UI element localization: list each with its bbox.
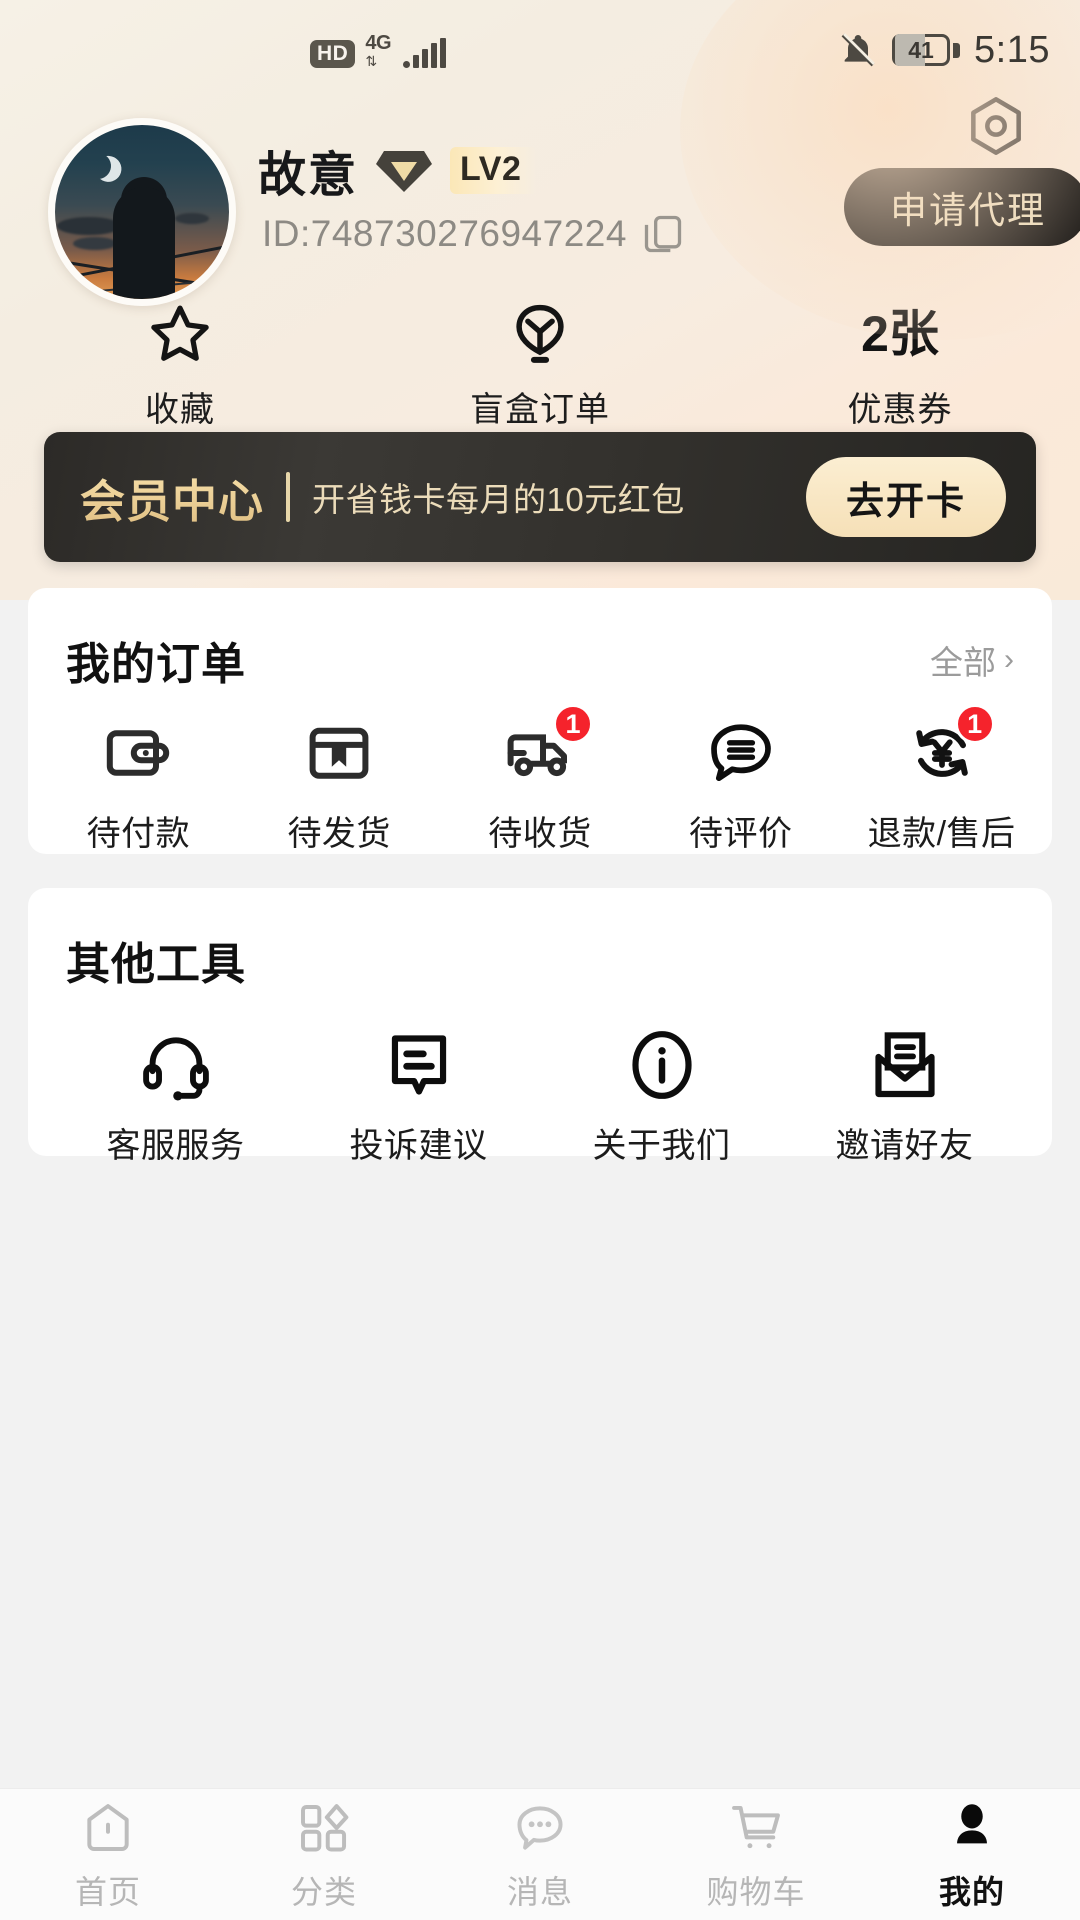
battery-level-label: 41 (908, 36, 934, 63)
network-indicator: 4G ⇅ (365, 33, 391, 68)
tab-category[interactable]: 分类 (216, 1789, 432, 1920)
tab-label: 分类 (290, 1873, 357, 1910)
home-icon (80, 1797, 136, 1859)
copy-icon[interactable] (641, 212, 685, 256)
network-type-label: 4G (365, 31, 392, 54)
member-center-banner[interactable]: 会员中心 开省钱卡每月的10元红包 去开卡 (44, 432, 1036, 562)
battery-indicator: 41 (892, 34, 961, 66)
bottom-tab-bar: 首页 分类 消息 购物车 我的 (0, 1788, 1080, 1920)
tool-label: 投诉建议 (349, 1127, 488, 1165)
comment-icon (702, 714, 780, 792)
profile-stats-row: 收藏 盲盒订单 2张 优惠券 (0, 296, 1080, 431)
feedback-icon (380, 1026, 458, 1104)
user-id-label: ID:748730276947224 (262, 213, 627, 254)
tab-label: 购物车 (706, 1873, 806, 1910)
order-badge-count: 1 (552, 704, 593, 744)
order-item-label: 待付款 (86, 815, 191, 853)
member-center-title: 会员中心 (80, 465, 264, 530)
tool-invite-friends[interactable]: 邀请好友 (783, 1026, 1026, 1167)
open-card-button[interactable]: 去开卡 (806, 457, 1006, 537)
apply-agent-label: 申请代理 (890, 190, 1046, 231)
cart-icon (728, 1797, 784, 1859)
tools-grid: 客服服务 投诉建议 关于我们 邀请好友 (28, 992, 1052, 1167)
tab-label: 消息 (506, 1873, 573, 1910)
wallet-icon (99, 714, 177, 792)
hexagon-gear-icon[interactable] (964, 94, 1028, 158)
order-item-pending-receipt[interactable]: 1 待收货 (440, 704, 641, 855)
orders-grid: 待付款 待发货 1 待收货 待评价 1 退款/售后 (28, 692, 1052, 855)
user-id-row[interactable]: ID:748730276947224 (262, 212, 685, 256)
clock-label: 5:15 (974, 28, 1050, 71)
order-item-label: 待评价 (689, 815, 793, 853)
stat-blindbox-orders[interactable]: 盲盒订单 (360, 296, 720, 431)
message-icon (512, 1797, 568, 1859)
tab-cart[interactable]: 购物车 (648, 1789, 864, 1920)
orders-card: 我的订单 全部 › 待付款 待发货 1 待收货 待评价 1 退款/售后 (28, 588, 1052, 854)
tab-home[interactable]: 首页 (0, 1789, 216, 1920)
orders-title: 我的订单 (66, 640, 246, 689)
username-label: 故意 (258, 149, 359, 202)
stat-coupons[interactable]: 2张 优惠券 (720, 296, 1080, 431)
moon-icon (82, 150, 115, 183)
stat-coupons-label: 优惠券 (847, 391, 953, 429)
tool-label: 关于我们 (592, 1127, 731, 1165)
tab-mine[interactable]: 我的 (864, 1789, 1080, 1920)
tool-about-us[interactable]: 关于我们 (540, 1026, 783, 1167)
apply-agent-button[interactable]: 申请代理 (844, 168, 1080, 246)
person-icon (944, 1797, 1000, 1859)
profile-header: HD 4G ⇅ 41 5:15 故意 LV2 ID:74873027694722… (0, 0, 1080, 600)
status-bar: HD 4G ⇅ 41 5:15 (0, 0, 1080, 100)
order-item-label: 待收货 (488, 815, 592, 853)
stat-favorites[interactable]: 收藏 (0, 296, 360, 431)
orders-card-header: 我的订单 全部 › (28, 588, 1052, 692)
order-item-pending-payment[interactable]: 待付款 (38, 714, 239, 855)
tools-card: 其他工具 客服服务 投诉建议 关于我们 邀请好友 (28, 888, 1052, 1165)
tool-customer-service[interactable]: 客服服务 (54, 1026, 297, 1167)
tab-message[interactable]: 消息 (432, 1789, 648, 1920)
status-bar-left: HD 4G ⇅ (310, 33, 447, 68)
envelope-icon (866, 1026, 944, 1104)
truck-icon: 1 (501, 704, 593, 792)
open-card-label: 去开卡 (845, 480, 966, 523)
stat-favorites-label: 收藏 (145, 391, 215, 429)
member-center-subtitle: 开省钱卡每月的10元红包 (312, 481, 685, 518)
divider (286, 472, 291, 522)
chevron-right-icon: › (1004, 643, 1014, 676)
data-arrows-icon: ⇅ (365, 52, 377, 69)
info-icon (623, 1026, 701, 1104)
refund-icon: 1 (903, 704, 995, 792)
app-screen: HD 4G ⇅ 41 5:15 故意 LV2 ID:74873027694722… (0, 0, 1080, 1920)
tools-card-header: 其他工具 (28, 888, 1052, 992)
order-item-pending-shipment[interactable]: 待发货 (239, 714, 440, 855)
username-row: 故意 LV2 (258, 135, 538, 205)
signal-bars-icon (403, 37, 447, 68)
star-icon (147, 296, 213, 372)
tool-complaint-suggestion[interactable]: 投诉建议 (297, 1026, 540, 1167)
status-bar-right: 41 5:15 (838, 29, 1050, 72)
stat-blindbox-label: 盲盒订单 (470, 391, 610, 429)
order-item-label: 待发货 (287, 815, 391, 853)
tab-label: 我的 (938, 1873, 1005, 1910)
order-item-pending-review[interactable]: 待评价 (640, 714, 841, 855)
avatar[interactable] (48, 118, 236, 306)
order-item-label: 退款/售后 (867, 815, 1016, 853)
view-all-orders-button[interactable]: 全部 › (930, 636, 1014, 684)
v-diamond-badge-icon (376, 151, 433, 192)
tool-label: 客服服务 (106, 1127, 245, 1165)
headset-icon (137, 1026, 215, 1104)
category-icon (296, 1797, 352, 1859)
tab-label: 首页 (74, 1873, 141, 1910)
bell-off-icon (841, 33, 875, 67)
blindbox-icon (507, 296, 573, 372)
tools-title: 其他工具 (66, 940, 246, 989)
package-icon (300, 714, 378, 792)
tool-label: 邀请好友 (835, 1127, 974, 1165)
stat-coupons-value: 2张 (861, 306, 939, 362)
order-item-refund-aftersale[interactable]: 1 退款/售后 (841, 704, 1042, 855)
level-badge: LV2 (450, 146, 538, 194)
hd-icon: HD (310, 39, 356, 68)
view-all-label: 全部 (930, 644, 996, 681)
order-badge-count: 1 (954, 704, 995, 744)
